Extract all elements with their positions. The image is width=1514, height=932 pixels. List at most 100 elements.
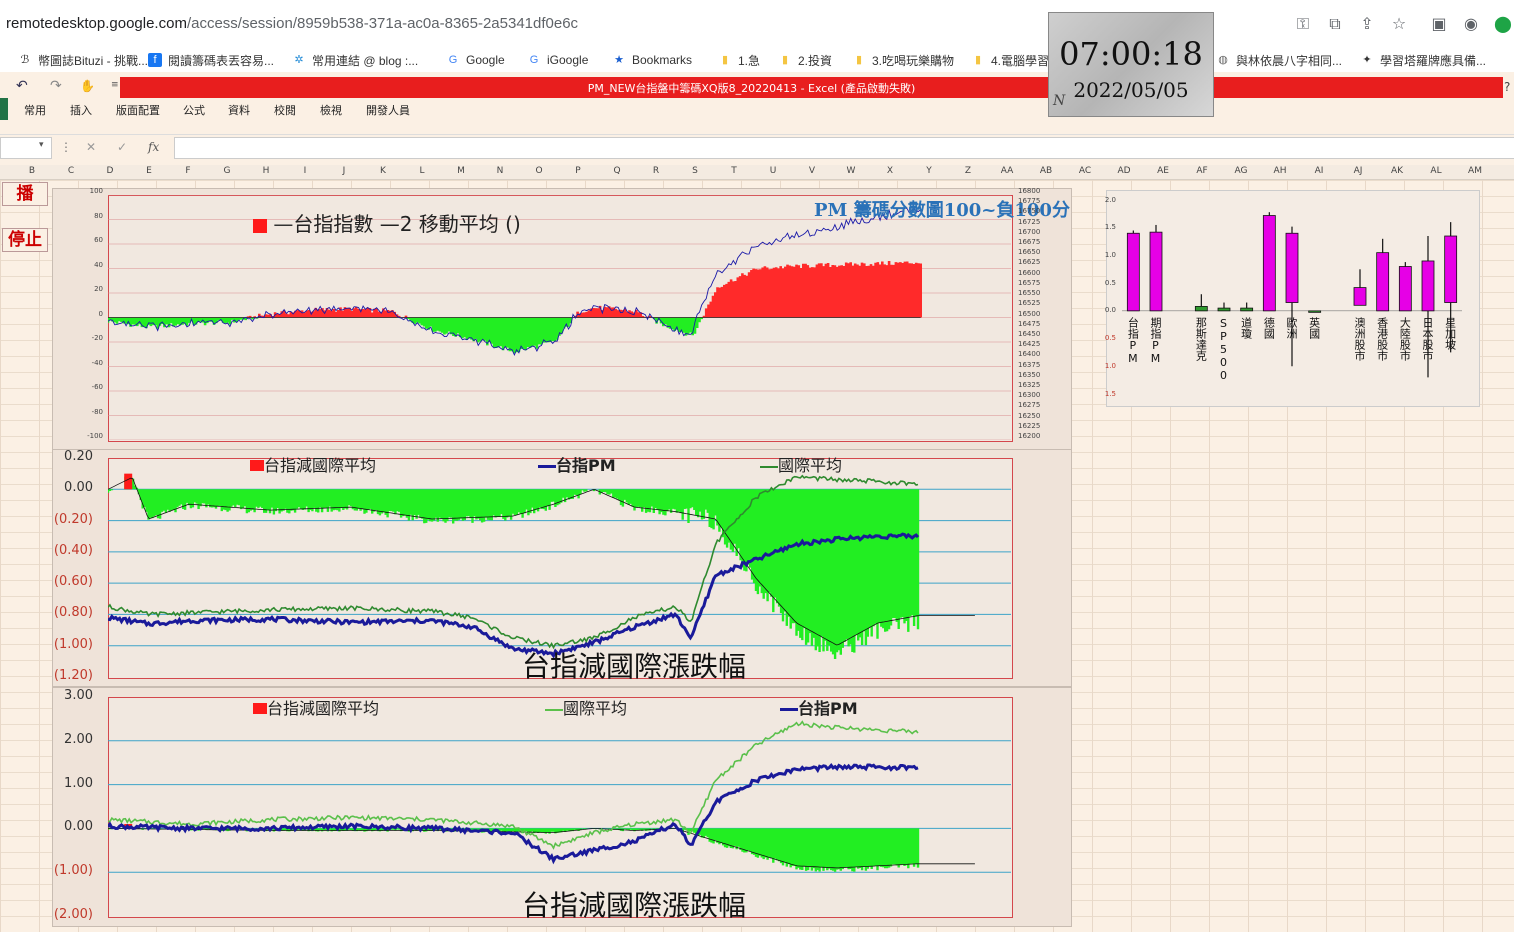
bookmark-item[interactable]: G Google	[446, 51, 505, 69]
function-icon[interactable]: fx	[148, 140, 159, 154]
column-header-cell[interactable]: H	[256, 166, 276, 176]
y-tick-label: 16675	[1018, 238, 1041, 247]
star-icon[interactable]: ☆	[1389, 14, 1409, 34]
bookmark-item[interactable]: ★ Bookmarks	[612, 51, 692, 69]
column-header-cell[interactable]: AE	[1153, 166, 1173, 176]
x-category-label: 期指PM	[1149, 316, 1162, 365]
open-external-icon[interactable]: ⧉	[1325, 14, 1345, 34]
ribbon-tab[interactable]: 校閱	[274, 102, 296, 118]
bookmark-item[interactable]: f 閱讀籌碼表丟容易...	[148, 51, 274, 69]
file-tab[interactable]	[0, 98, 8, 120]
column-header-cell[interactable]: X	[880, 166, 900, 176]
column-header-cell[interactable]: V	[802, 166, 822, 176]
redo-icon[interactable]: ↷	[50, 78, 62, 94]
y-tick-label: 2.00	[64, 731, 93, 747]
chat-icon[interactable]: ◉	[1461, 14, 1481, 34]
column-header-cell[interactable]: T	[724, 166, 744, 176]
column-header-cell[interactable]: L	[412, 166, 432, 176]
x-category-label: SP500	[1217, 316, 1230, 382]
y-tick-label: 80	[94, 211, 103, 220]
legend-label: 台指減國際平均	[264, 456, 377, 475]
remote-icon[interactable]: ⬤	[1493, 14, 1513, 34]
column-header-cell[interactable]: B	[22, 166, 42, 176]
url-field[interactable]: remotedesktop.google.com/access/session/…	[6, 15, 578, 32]
column-header-cell[interactable]: AK	[1387, 166, 1407, 176]
stop-button[interactable]: 停止	[2, 228, 48, 252]
x-category-label: 道瓊	[1239, 316, 1253, 339]
chart2-legend-2: 台指PM	[538, 452, 616, 476]
column-header-cell[interactable]: C	[61, 166, 81, 176]
column-header-cell[interactable]: R	[646, 166, 666, 176]
name-box[interactable]: ▾	[0, 137, 52, 159]
candle-body	[1421, 260, 1435, 312]
legend-swatch	[780, 708, 798, 711]
column-header-cell[interactable]: P	[568, 166, 588, 176]
column-header-cell[interactable]: AJ	[1348, 166, 1368, 176]
column-header-cell[interactable]: F	[178, 166, 198, 176]
candle-body	[1285, 232, 1299, 303]
undo-icon[interactable]: ↶	[16, 78, 28, 94]
column-header-cell[interactable]: M	[451, 166, 471, 176]
touch-icon[interactable]: ✋	[80, 79, 95, 93]
column-header-cell[interactable]: D	[100, 166, 120, 176]
ribbon-tab[interactable]: 插入	[70, 102, 92, 118]
play-button[interactable]: 播	[2, 182, 48, 206]
column-header-cell[interactable]: Z	[958, 166, 978, 176]
column-header-cell[interactable]: G	[217, 166, 237, 176]
column-header-cell[interactable]: AL	[1426, 166, 1446, 176]
bookmark-item[interactable]: GiGoogle	[527, 51, 589, 69]
bookmark-item[interactable]: ▮ 3.吃喝玩樂購物	[852, 51, 954, 69]
column-header-cell[interactable]: AG	[1231, 166, 1251, 176]
column-header-cell[interactable]: O	[529, 166, 549, 176]
bookmark-label: 閱讀籌碼表丟容易...	[168, 53, 275, 68]
column-header-cell[interactable]: AF	[1192, 166, 1212, 176]
key-icon[interactable]: ⚿	[1293, 14, 1313, 34]
ribbon-tab[interactable]: 資料	[228, 102, 250, 118]
cancel-icon[interactable]: ✕	[86, 140, 96, 154]
y-tick-label: 16250	[1018, 411, 1041, 420]
column-header-cell[interactable]: Y	[919, 166, 939, 176]
column-header-cell[interactable]: AM	[1465, 166, 1485, 176]
column-header-cell[interactable]: U	[763, 166, 783, 176]
ribbon-tab[interactable]: 常用	[24, 102, 46, 118]
ribbon-tab[interactable]: 開發人員	[366, 102, 410, 118]
enter-icon[interactable]: ✓	[117, 140, 127, 154]
ribbon-tab[interactable]: 公式	[183, 102, 205, 118]
ribbon-tab[interactable]: 檢視	[320, 102, 342, 118]
column-header-cell[interactable]: AD	[1114, 166, 1134, 176]
bookmark-item[interactable]: ◍ 與林依晨八字相同...	[1216, 51, 1342, 69]
customize-icon[interactable]: ≡	[111, 80, 119, 90]
column-header-cell[interactable]: J	[334, 166, 354, 176]
y-tick-label: (2.00)	[53, 907, 93, 922]
column-header-cell[interactable]: I	[295, 166, 315, 176]
help-icon[interactable]: ?	[1504, 80, 1510, 94]
share-icon[interactable]: ⇪	[1357, 14, 1377, 34]
column-header-cell[interactable]: AB	[1036, 166, 1056, 176]
ribbon-tab[interactable]: 版面配置	[116, 102, 160, 118]
column-header-cell[interactable]: AC	[1075, 166, 1095, 176]
x-category-label: 歐洲	[1285, 316, 1298, 339]
candle-body	[1262, 215, 1276, 312]
column-header-cell[interactable]: K	[373, 166, 393, 176]
column-header-cell[interactable]: N	[490, 166, 510, 176]
column-header-cell[interactable]: S	[685, 166, 705, 176]
chevron-down-icon[interactable]: ▾	[39, 140, 44, 150]
bookmark-item[interactable]: ▮ 4.電腦學習	[971, 51, 1049, 69]
column-header-cell[interactable]: E	[139, 166, 159, 176]
column-header-cell[interactable]: W	[841, 166, 861, 176]
column-header-cell[interactable]: AA	[997, 166, 1017, 176]
bookmark-item[interactable]: ✲ 常用連結 @ blog :...	[292, 51, 418, 69]
legend-ma-label: 2 移動平均 ()	[399, 212, 521, 236]
bookmark-item[interactable]: ▮ 1.急	[718, 51, 760, 69]
column-header-cell[interactable]: AI	[1309, 166, 1329, 176]
screen-icon[interactable]: ▣	[1429, 14, 1449, 34]
folder-icon: ▮	[721, 54, 729, 66]
formula-input[interactable]	[174, 137, 1514, 159]
column-header-cell[interactable]: Q	[607, 166, 627, 176]
x-category-label: 澳洲股市	[1353, 316, 1366, 361]
bookmark-item[interactable]: ✦ 學習塔羅牌應具備...	[1360, 51, 1486, 69]
column-header-cell[interactable]: AH	[1270, 166, 1290, 176]
bookmark-item[interactable]: ▮ 2.投資	[778, 51, 832, 69]
bookmark-item[interactable]: ℬ 幣圖誌Bituzi - 挑戰...	[18, 51, 148, 69]
y-tick-label: 16325	[1018, 380, 1041, 389]
